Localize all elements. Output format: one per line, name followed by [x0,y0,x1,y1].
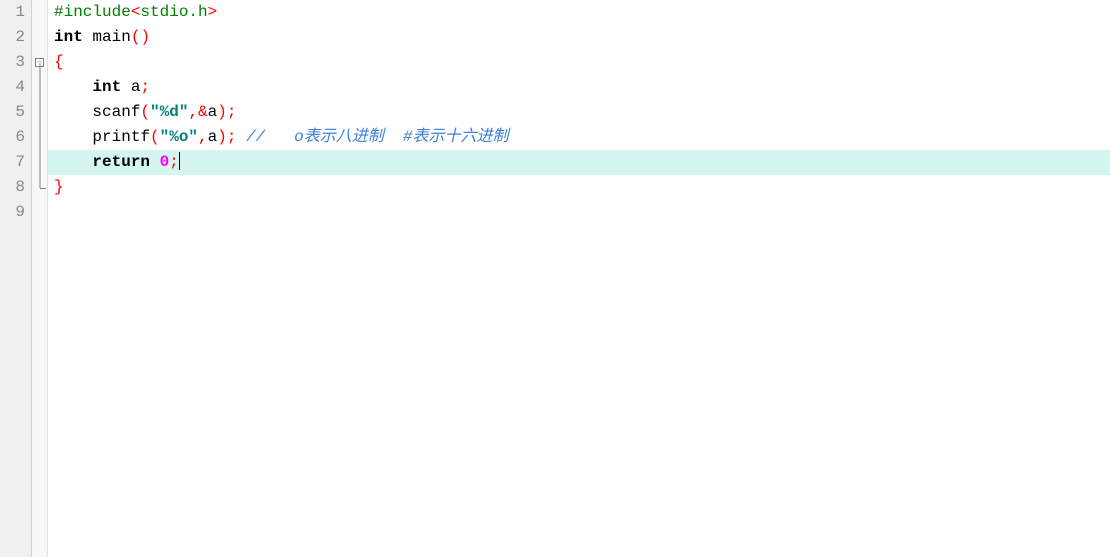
identifier-token: a [208,103,218,121]
code-editor: 1 2 3 4 5 6 7 8 9 − #include<stdio.h> in… [0,0,1110,557]
paren-token: ) [217,103,227,121]
fold-guide-icon [39,63,40,76]
identifier-token: a [208,128,218,146]
code-line-9[interactable] [48,200,1110,225]
space [236,128,246,146]
semicolon-token: ; [140,78,150,96]
angle-bracket-token: < [131,3,141,21]
paren-token: ( [140,103,150,121]
line-number: 2 [0,25,31,50]
preprocessor-token: #include [54,3,131,21]
brace-token: { [54,53,64,71]
line-number: 4 [0,75,31,100]
fold-guide-icon [39,150,40,175]
identifier-token: a [131,78,141,96]
space [83,28,93,46]
paren-token: ) [140,28,150,46]
line-number: 3 [0,50,31,75]
string-token: "%d" [150,103,188,121]
angle-bracket-token: > [208,3,218,21]
paren-token: ) [217,128,227,146]
space [150,153,160,171]
function-call-token: printf [92,128,150,146]
line-number-gutter: 1 2 3 4 5 6 7 8 9 [0,0,32,557]
brace-token: } [54,178,64,196]
fold-end-icon [40,188,46,189]
indent [54,78,92,96]
fold-guide-icon [39,175,40,188]
line-number: 1 [0,0,31,25]
text-caret [179,152,180,170]
fold-cell [32,200,47,225]
string-token: "%o" [160,128,198,146]
fold-cell [32,0,47,25]
comma-token: , [198,128,208,146]
indent [54,128,92,146]
function-call-token: scanf [92,103,140,121]
comma-token: , [188,103,198,121]
fold-guide-icon [39,125,40,150]
fold-guide-icon [39,100,40,125]
number-token: 0 [160,153,170,171]
code-line-7[interactable]: return 0; [48,150,1110,175]
code-area[interactable]: #include<stdio.h> int main() { int a; sc… [48,0,1110,557]
fold-toggle[interactable]: − [32,50,47,75]
code-line-5[interactable]: scanf("%d",&a); [48,100,1110,125]
header-token: stdio.h [140,3,207,21]
paren-token: ( [131,28,141,46]
code-line-3[interactable]: { [48,50,1110,75]
fold-guide-icon [39,75,40,100]
code-line-1[interactable]: #include<stdio.h> [48,0,1110,25]
keyword-token: int [92,78,121,96]
paren-token: ( [150,128,160,146]
comment-token: // o表示八进制 #表示十六进制 [246,128,508,146]
fold-cell [32,25,47,50]
fold-cell [32,75,47,100]
fold-column: − [32,0,48,557]
line-number: 7 [0,150,31,175]
fold-cell [32,100,47,125]
fold-cell [32,125,47,150]
semicolon-token: ; [227,103,237,121]
function-name-token: main [92,28,130,46]
line-number: 5 [0,100,31,125]
fold-cell [32,150,47,175]
keyword-token: int [54,28,83,46]
indent [54,103,92,121]
line-number: 6 [0,125,31,150]
ampersand-token: & [198,103,208,121]
code-line-8[interactable]: } [48,175,1110,200]
semicolon-token: ; [169,153,179,171]
space [121,78,131,96]
code-line-6[interactable]: printf("%o",a); // o表示八进制 #表示十六进制 [48,125,1110,150]
code-line-4[interactable]: int a; [48,75,1110,100]
indent [54,153,92,171]
fold-cell [32,175,47,200]
line-number: 8 [0,175,31,200]
line-number: 9 [0,200,31,225]
keyword-token: return [92,153,150,171]
code-line-2[interactable]: int main() [48,25,1110,50]
